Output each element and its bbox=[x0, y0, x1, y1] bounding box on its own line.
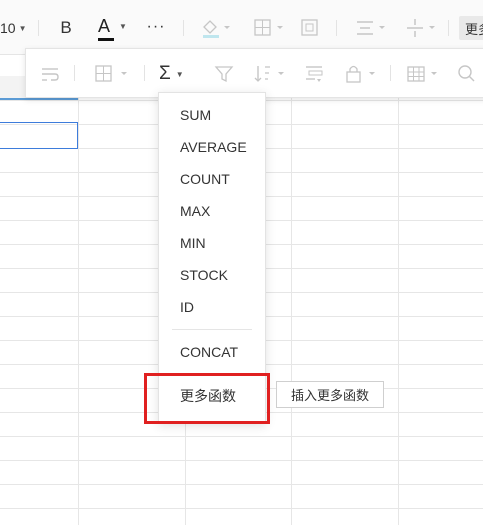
filter-icon bbox=[214, 66, 234, 83]
font-color-bar bbox=[98, 38, 114, 41]
merge-cells-icon bbox=[301, 19, 318, 36]
row-gridline bbox=[0, 484, 483, 485]
font-color-label: A bbox=[98, 16, 111, 36]
more-functions-toolbar-label: 更多 bbox=[465, 21, 483, 37]
toolbar-divider bbox=[183, 20, 184, 36]
search-icon bbox=[458, 65, 475, 82]
table-icon bbox=[407, 66, 437, 82]
highlight-box bbox=[144, 373, 270, 424]
toolbar-divider bbox=[448, 20, 449, 36]
menu-item-id[interactable]: ID bbox=[159, 292, 265, 322]
conditional-format-button[interactable] bbox=[94, 63, 130, 85]
column-gridline bbox=[398, 96, 399, 525]
sort-button[interactable] bbox=[253, 63, 289, 85]
menu-item-average[interactable]: AVERAGE bbox=[159, 132, 265, 162]
column-gridline bbox=[291, 96, 292, 525]
menu-item-label: CONCAT bbox=[180, 344, 239, 360]
insert-table-button[interactable] bbox=[406, 63, 442, 85]
fill-color-button[interactable] bbox=[200, 16, 234, 40]
menu-divider bbox=[172, 329, 252, 330]
menu-item-label: COUNT bbox=[180, 171, 230, 187]
align-icon bbox=[357, 21, 385, 35]
column-gridline bbox=[78, 96, 79, 525]
chevron-down-icon: ▼ bbox=[119, 22, 127, 31]
chevron-down-icon: ▼ bbox=[18, 23, 27, 33]
toolbar-divider bbox=[144, 65, 145, 81]
lock-icon bbox=[346, 65, 375, 83]
menu-item-max[interactable]: MAX bbox=[159, 196, 265, 226]
row-gridline bbox=[0, 436, 483, 437]
menu-item-label: ID bbox=[180, 299, 194, 315]
fill-bucket-icon bbox=[203, 20, 230, 38]
selected-cell[interactable] bbox=[0, 122, 78, 149]
menu-item-label: STOCK bbox=[180, 267, 228, 283]
toolbar-divider bbox=[390, 65, 391, 81]
menu-item-concat[interactable]: CONCAT bbox=[159, 337, 265, 367]
menu-item-label: MAX bbox=[180, 203, 211, 219]
toolbar-divider bbox=[38, 20, 39, 36]
vertical-align-icon bbox=[407, 19, 435, 37]
borders-button[interactable] bbox=[253, 16, 287, 40]
sigma-icon: Σ bbox=[159, 63, 171, 84]
conditional-format-icon bbox=[95, 65, 127, 82]
chevron-down-icon: ▼ bbox=[175, 69, 184, 79]
font-size-select[interactable]: 10 ▼ bbox=[0, 14, 27, 42]
row-gridline bbox=[0, 460, 483, 461]
toolbar-divider bbox=[336, 20, 337, 36]
more-functions-toolbar-button[interactable]: 更多 bbox=[459, 16, 483, 40]
protect-button[interactable] bbox=[344, 63, 380, 85]
bold-label: B bbox=[60, 18, 72, 37]
sort-icon bbox=[254, 66, 284, 82]
menu-item-count[interactable]: COUNT bbox=[159, 164, 265, 194]
form-button[interactable] bbox=[303, 63, 325, 85]
menu-item-label: AVERAGE bbox=[180, 139, 247, 155]
top-toolbar: 10 ▼ B A ▼ ··· 更 bbox=[0, 0, 483, 55]
function-button[interactable]: Σ ▼ bbox=[159, 61, 199, 87]
wrap-text-button[interactable] bbox=[40, 63, 62, 85]
menu-item-label: MIN bbox=[180, 235, 206, 251]
font-size-value: 10 bbox=[0, 20, 16, 36]
menu-item-sum[interactable]: SUM bbox=[159, 100, 265, 130]
horizontal-align-button[interactable] bbox=[355, 16, 389, 40]
menu-item-stock[interactable]: STOCK bbox=[159, 260, 265, 290]
filter-button[interactable] bbox=[213, 63, 235, 85]
vertical-align-button[interactable] bbox=[405, 16, 439, 40]
more-options-button[interactable]: ··· bbox=[144, 12, 168, 42]
formula-toolbar: Σ ▼ bbox=[25, 48, 483, 98]
search-button[interactable] bbox=[456, 63, 478, 85]
bold-button[interactable]: B bbox=[56, 14, 76, 42]
borders-icon bbox=[254, 19, 283, 36]
form-icon bbox=[306, 66, 323, 82]
wrap-text-icon bbox=[42, 68, 59, 81]
menu-item-label: SUM bbox=[180, 107, 212, 123]
tooltip: 插入更多函数 bbox=[276, 381, 384, 408]
toolbar-divider bbox=[74, 65, 75, 81]
row-gridline bbox=[0, 508, 483, 509]
merge-cells-button[interactable] bbox=[300, 16, 322, 40]
more-icon: ··· bbox=[146, 18, 166, 35]
font-color-button[interactable]: A ▼ bbox=[95, 12, 129, 44]
menu-item-min[interactable]: MIN bbox=[159, 228, 265, 258]
tooltip-text: 插入更多函数 bbox=[290, 388, 369, 403]
